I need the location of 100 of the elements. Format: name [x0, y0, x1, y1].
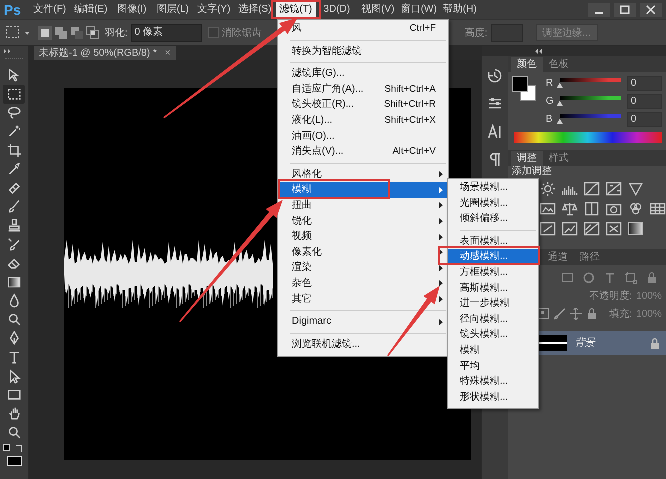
menu-item[interactable]: 方框模糊...: [448, 264, 538, 281]
slider-thumb[interactable]: [557, 101, 563, 106]
exposure-icon[interactable]: [606, 181, 622, 197]
menu-item[interactable]: 渲染: [278, 260, 448, 276]
minimize-icon[interactable]: [588, 2, 610, 16]
threshold-icon[interactable]: [584, 221, 600, 237]
new-selection-icon[interactable]: [38, 26, 52, 40]
panel-tab[interactable]: 颜色: [511, 57, 543, 72]
hue-icon[interactable]: [540, 201, 556, 217]
sun-icon[interactable]: [540, 181, 556, 197]
menu-item[interactable]: 液化(L)... Shift+Ctrl+X: [278, 112, 448, 129]
menu-item[interactable]: 镜头校正(R)... Shift+Ctrl+R: [278, 97, 448, 113]
height-label: 高度:: [464, 26, 488, 40]
menu-item[interactable]: 风格化: [278, 166, 448, 182]
tool-button[interactable]: [3, 84, 25, 104]
menu-item[interactable]: 杂色: [278, 276, 448, 292]
document-tab[interactable]: 未标题-1 @ 50%(RGB/8) * ×: [34, 46, 176, 60]
invert-icon[interactable]: [540, 221, 556, 237]
menu-item[interactable]: 文件(F): [30, 1, 70, 18]
menu-item[interactable]: 径向模糊...: [448, 312, 538, 328]
channel-value-field[interactable]: 0: [627, 94, 662, 108]
panel-tab[interactable]: 通道: [542, 250, 574, 265]
menu-item[interactable]: 像素化: [278, 244, 448, 260]
lasso-icon: [6, 105, 22, 120]
add-selection-icon[interactable]: [54, 26, 68, 40]
menu-item[interactable]: 光圈模糊...: [448, 196, 538, 212]
move-arrows-icon[interactable]: [570, 308, 582, 320]
menu-item[interactable]: 转换为智能滤镜: [278, 44, 448, 60]
bandage-icon: [6, 180, 22, 196]
gradient-map-icon[interactable]: [606, 221, 622, 237]
lock-icon[interactable]: [586, 308, 598, 320]
menu-item[interactable]: 选择(S): [235, 1, 275, 18]
rectangle-icon: [6, 387, 22, 402]
circles-icon[interactable]: [628, 201, 644, 217]
menu-item[interactable]: 帮助(H): [440, 1, 480, 18]
double-chevron-icon[interactable]: [534, 48, 542, 54]
marquee-icon[interactable]: [6, 26, 32, 40]
menu-item[interactable]: 扭曲: [278, 198, 448, 214]
slider-thumb[interactable]: [557, 83, 563, 88]
panel-tab[interactable]: 样式: [543, 151, 575, 166]
feather-field[interactable]: 0 像素: [130, 24, 202, 42]
slider-thumb[interactable]: [557, 119, 563, 124]
close-icon[interactable]: [640, 2, 662, 16]
menu-item[interactable]: 模糊: [278, 182, 448, 198]
double-chevron-icon[interactable]: [4, 49, 12, 54]
menu-item[interactable]: 进一步模糊: [448, 296, 538, 312]
foreground-background-swatch[interactable]: [512, 76, 538, 104]
brush-icon[interactable]: [554, 308, 566, 320]
maximize-icon[interactable]: [614, 2, 636, 16]
menu-item[interactable]: 窗口(W): [399, 1, 439, 18]
intersect-selection-icon[interactable]: [86, 26, 100, 40]
menu-item[interactable]: 动感模糊...: [448, 249, 538, 265]
type-filter-icon[interactable]: [604, 272, 616, 284]
subtract-selection-icon[interactable]: [70, 26, 84, 40]
balance-icon[interactable]: [562, 201, 578, 217]
lock-pixels-icon[interactable]: [538, 308, 550, 320]
lock-filter-icon[interactable]: [646, 272, 658, 284]
menu-item[interactable]: 锐化: [278, 214, 448, 230]
curves-icon[interactable]: [584, 181, 600, 197]
image-filter-icon[interactable]: [562, 272, 574, 284]
menu-item[interactable]: 表面模糊...: [448, 234, 538, 250]
panel-tab[interactable]: 色板: [543, 57, 575, 72]
gradient-icon[interactable]: [628, 221, 644, 237]
menu-item[interactable]: Digimarc: [278, 314, 448, 330]
menu-item[interactable]: 场景模糊...: [448, 180, 538, 196]
menu-item[interactable]: 形状模糊...: [448, 390, 538, 406]
color-spectrum-bar[interactable]: [514, 132, 662, 143]
menu-item[interactable]: 3D(D): [317, 1, 357, 18]
menu-item[interactable]: 视图(V): [358, 1, 398, 18]
menu-item[interactable]: 特殊模糊...: [448, 374, 538, 390]
panel-tab[interactable]: 调整: [511, 151, 543, 166]
history-icon[interactable]: [487, 68, 503, 84]
menu-item[interactable]: 风 Ctrl+F: [278, 21, 448, 37]
posterize-icon[interactable]: [562, 221, 578, 237]
character-panel-icon[interactable]: [487, 124, 503, 140]
menu-item[interactable]: 视频: [278, 229, 448, 245]
menu-item[interactable]: 编辑(E): [71, 1, 111, 18]
menu-item[interactable]: 油画(O)...: [278, 128, 448, 144]
menu-item-label: 其它: [292, 292, 312, 306]
menu-item[interactable]: 图像(I): [112, 1, 152, 18]
grid-icon[interactable]: [650, 201, 666, 217]
panel-tab[interactable]: 路径: [574, 250, 606, 265]
circle-filter-icon[interactable]: [583, 272, 595, 284]
height-field[interactable]: [490, 24, 523, 42]
menu-item[interactable]: 滤镜库(G)...: [278, 66, 448, 82]
menu-item[interactable]: 文字(Y): [194, 1, 234, 18]
menu-item[interactable]: 自适应广角(A)... Shift+Ctrl+A: [278, 82, 448, 98]
menu-item[interactable]: 图层(L): [153, 1, 193, 18]
menu-item[interactable]: 平均: [448, 358, 538, 374]
transform-filter-icon[interactable]: [625, 272, 637, 284]
app-logo[interactable]: Ps: [4, 2, 28, 18]
menu-item[interactable]: 其它: [278, 292, 448, 308]
menu-item[interactable]: 浏览联机滤镜...: [278, 336, 448, 352]
menu-item[interactable]: 高斯模糊...: [448, 280, 538, 296]
menu-item[interactable]: 倾斜偏移...: [448, 211, 538, 227]
menu-item[interactable]: 消失点(V)... Alt+Ctrl+V: [278, 144, 448, 160]
triangle-icon[interactable]: [628, 181, 644, 197]
close-tab-icon[interactable]: ×: [164, 48, 171, 58]
channel-value-field[interactable]: 0: [627, 112, 662, 126]
channel-value-field[interactable]: 0: [627, 76, 662, 90]
